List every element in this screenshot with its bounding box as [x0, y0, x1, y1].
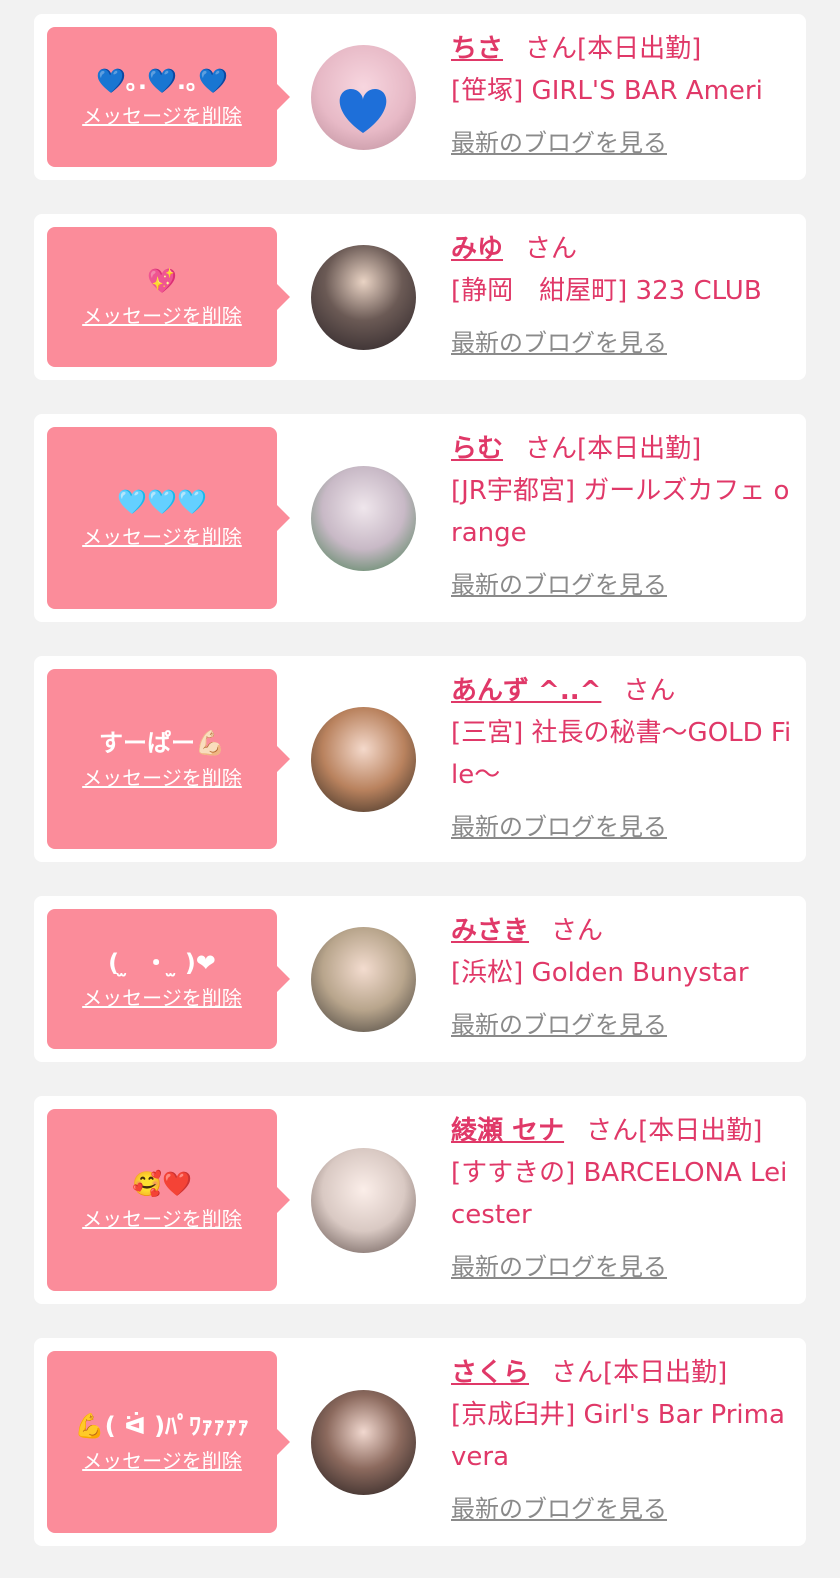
honorific-status: さん[本日出勤] [525, 34, 702, 64]
blue-heart-icon [339, 89, 387, 133]
shop-name: [京成臼井] Girl's Bar Primavera [451, 1400, 785, 1472]
girl-info: ちさ さん[本日出勤] [笹塚] GIRL'S BAR Ameri 最新のブログを… [451, 28, 796, 164]
shop-name: [笹塚] GIRL'S BAR Ameri [451, 76, 763, 106]
delete-message-link[interactable]: メッセージを削除 [82, 103, 242, 129]
message-bubble: 💪( ᐛ )ﾊﾟﾜｧｧｧｧ メッセージを削除 [47, 1351, 290, 1533]
avatar[interactable] [311, 927, 416, 1032]
message-bubble: 🥰❤️ メッセージを削除 [47, 1109, 290, 1291]
message-text: (​ ̫ ​ ・ ̫ ​)❤ [108, 949, 216, 977]
latest-blog-link[interactable]: 最新のブログを見る [451, 564, 667, 606]
shop-name: [静岡 紺屋町] 323 CLUB [451, 276, 762, 306]
message-bubble: (​ ̫ ​ ・ ̫ ​)❤ メッセージを削除 [47, 909, 290, 1049]
girl-name-link[interactable]: ちさ [451, 34, 503, 64]
girl-info: あんず ^..^ さん [三宮] 社長の秘書〜GOLD File〜 最新のブログを… [451, 670, 796, 848]
girl-name-link[interactable]: らむ [451, 434, 503, 464]
girl-info: みさき さん [浜松] Golden Bunystar 最新のブログを見る [451, 910, 796, 1046]
message-text: 💪( ᐛ )ﾊﾟﾜｧｧｧｧ [74, 1412, 250, 1440]
girl-name-link[interactable]: みさき [451, 916, 529, 946]
girl-card: (​ ̫ ​ ・ ̫ ​)❤ メッセージを削除 みさき さん [浜松] Golde… [34, 896, 806, 1062]
latest-blog-link[interactable]: 最新のブログを見る [451, 1004, 667, 1046]
honorific-status: さん[本日出勤] [525, 434, 702, 464]
latest-blog-link[interactable]: 最新のブログを見る [451, 1488, 667, 1530]
girl-card: 💖 メッセージを削除 みゆ さん [静岡 紺屋町] 323 CLUB 最新のブログ… [34, 214, 806, 380]
shop-name: [三宮] 社長の秘書〜GOLD File〜 [451, 718, 792, 790]
honorific-status: さん[本日出勤] [551, 1358, 728, 1388]
avatar[interactable] [311, 1148, 416, 1253]
girl-card: すーぱー💪🏻 メッセージを削除 あんず ^..^ さん [三宮] 社長の秘書〜GO… [34, 656, 806, 862]
avatar[interactable] [311, 707, 416, 812]
message-bubble: すーぱー💪🏻 メッセージを削除 [47, 669, 290, 849]
girl-info: みゆ さん [静岡 紺屋町] 323 CLUB 最新のブログを見る [451, 228, 796, 364]
avatar[interactable] [311, 245, 416, 350]
delete-message-link[interactable]: メッセージを削除 [82, 524, 242, 550]
message-bubble: 🩵🩵🩵 メッセージを削除 [47, 427, 290, 609]
girl-name-link[interactable]: 綾瀬 セナ [451, 1116, 564, 1146]
girl-info: さくら さん[本日出勤] [京成臼井] Girl's Bar Primavera … [451, 1352, 796, 1530]
honorific-status: さん [551, 916, 604, 946]
avatar[interactable] [311, 1390, 416, 1495]
girl-card: 💪( ᐛ )ﾊﾟﾜｧｧｧｧ メッセージを削除 さくら さん[本日出勤] [京成臼井… [34, 1338, 806, 1546]
delete-message-link[interactable]: メッセージを削除 [82, 765, 242, 791]
message-text: 💙｡.💙.｡💙 [96, 67, 228, 95]
shop-name: [JR宇都宮] ガールズカフェ orange [451, 476, 790, 548]
girl-name-link[interactable]: あんず ^..^ [451, 676, 601, 706]
delete-message-link[interactable]: メッセージを削除 [82, 1448, 242, 1474]
delete-message-link[interactable]: メッセージを削除 [82, 1206, 242, 1232]
latest-blog-link[interactable]: 最新のブログを見る [451, 122, 667, 164]
message-text: 💖 [147, 267, 177, 295]
honorific-status: さん [525, 234, 578, 264]
favorite-girls-list: 💙｡.💙.｡💙 メッセージを削除 ちさ さん[本日出勤] [笹塚] GIRL'S … [0, 0, 840, 1578]
message-text: 🥰❤️ [132, 1170, 192, 1198]
girl-card: 🩵🩵🩵 メッセージを削除 らむ さん[本日出勤] [JR宇都宮] ガールズカフェ … [34, 414, 806, 622]
girl-card: 🥰❤️ メッセージを削除 綾瀬 セナ さん[本日出勤] [すすきの] BARCEL… [34, 1096, 806, 1304]
girl-info: 綾瀬 セナ さん[本日出勤] [すすきの] BARCELONA Leicester… [451, 1110, 796, 1288]
girl-name-link[interactable]: さくら [451, 1358, 529, 1388]
girl-card: 💙｡.💙.｡💙 メッセージを削除 ちさ さん[本日出勤] [笹塚] GIRL'S … [34, 14, 806, 180]
girl-name-link[interactable]: みゆ [451, 234, 503, 264]
honorific-status: さん[本日出勤] [586, 1116, 763, 1146]
shop-name: [浜松] Golden Bunystar [451, 958, 749, 988]
message-bubble: 💙｡.💙.｡💙 メッセージを削除 [47, 27, 290, 167]
message-bubble: 💖 メッセージを削除 [47, 227, 290, 367]
shop-name: [すすきの] BARCELONA Leicester [451, 1158, 788, 1230]
message-text: すーぱー💪🏻 [99, 729, 225, 757]
honorific-status: さん [623, 676, 676, 706]
girl-info: らむ さん[本日出勤] [JR宇都宮] ガールズカフェ orange 最新のブログ… [451, 428, 796, 606]
delete-message-link[interactable]: メッセージを削除 [82, 985, 242, 1011]
avatar[interactable] [311, 466, 416, 571]
latest-blog-link[interactable]: 最新のブログを見る [451, 322, 667, 364]
message-text: 🩵🩵🩵 [117, 488, 207, 516]
latest-blog-link[interactable]: 最新のブログを見る [451, 1246, 667, 1288]
delete-message-link[interactable]: メッセージを削除 [82, 303, 242, 329]
avatar[interactable] [311, 45, 416, 150]
latest-blog-link[interactable]: 最新のブログを見る [451, 806, 667, 848]
